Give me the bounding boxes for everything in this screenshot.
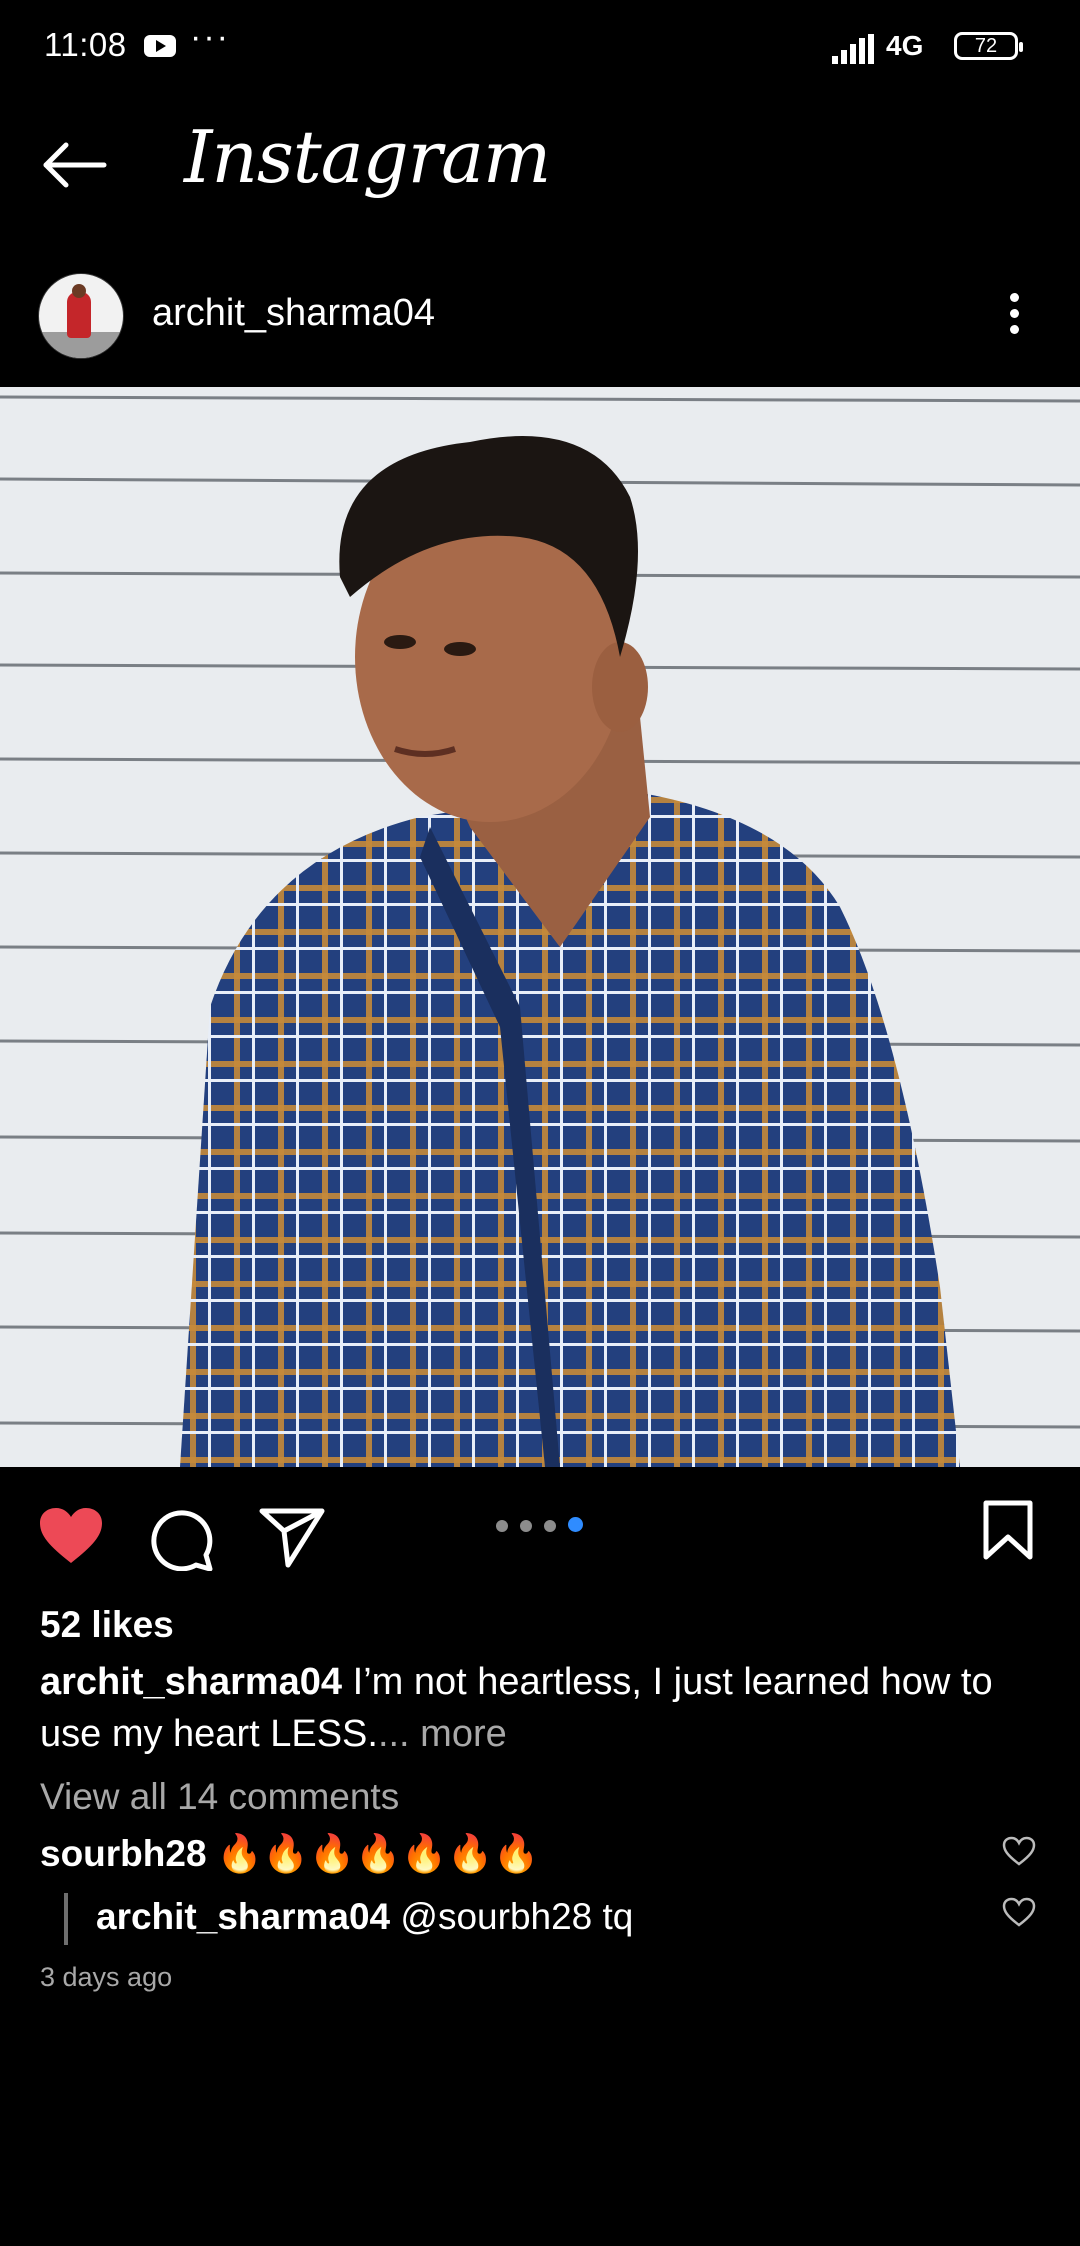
network-type: 4G [886,30,924,61]
caption-username[interactable]: archit_sharma04 [40,1661,342,1703]
post-header: archit_sharma04 [0,270,1080,380]
status-overflow: ··· [190,18,230,56]
like-heart-icon[interactable] [38,1507,104,1565]
reply-text: @sourbh28 tq [390,1896,634,1937]
comment-item: sourbh28 🔥🔥🔥🔥🔥🔥🔥 [40,1833,539,1876]
status-time: 11:08 [44,26,127,63]
save-bookmark-icon[interactable] [982,1499,1034,1561]
carousel-indicator [496,1517,595,1537]
back-arrow-icon[interactable] [40,135,110,195]
comment-text: 🔥🔥🔥🔥🔥🔥🔥 [206,1833,540,1874]
carousel-dot [520,1520,532,1532]
comment-like-icon[interactable] [1002,1836,1036,1866]
app-title: Instagram [184,115,551,199]
reply-like-icon[interactable] [1002,1897,1036,1927]
share-icon[interactable] [258,1505,326,1569]
battery-icon: 72 [954,32,1023,60]
caption: archit_sharma04 I’m not heartless, I jus… [40,1656,1050,1760]
carousel-dot-active [568,1517,583,1532]
carousel-dot [496,1520,508,1532]
reply-username[interactable]: archit_sharma04 [96,1896,390,1937]
post-photo[interactable] [0,387,1080,1467]
view-all-comments-link[interactable]: View all 14 comments [40,1776,399,1818]
post-time: 3 days ago [40,1962,173,1992]
post-photo-art [0,387,1080,1467]
youtube-icon [144,35,176,57]
carousel-dot [544,1520,556,1532]
comment-username[interactable]: sourbh28 [40,1833,207,1874]
avatar[interactable] [38,273,124,359]
likes-count[interactable]: 52 likes [40,1604,174,1646]
post-username[interactable]: archit_sharma04 [152,292,435,335]
comment-icon[interactable] [150,1507,214,1571]
app-bar: Instagram [0,95,1080,235]
status-bar: 11:08 ··· 4G 72 [0,0,1080,95]
signal-icon [832,34,874,64]
caption-more-link[interactable]: ... more [378,1713,507,1755]
more-options-icon[interactable] [996,288,1032,344]
reply-item: archit_sharma04 @sourbh28 tq [96,1896,633,1938]
reply-thread-line [64,1893,68,1945]
